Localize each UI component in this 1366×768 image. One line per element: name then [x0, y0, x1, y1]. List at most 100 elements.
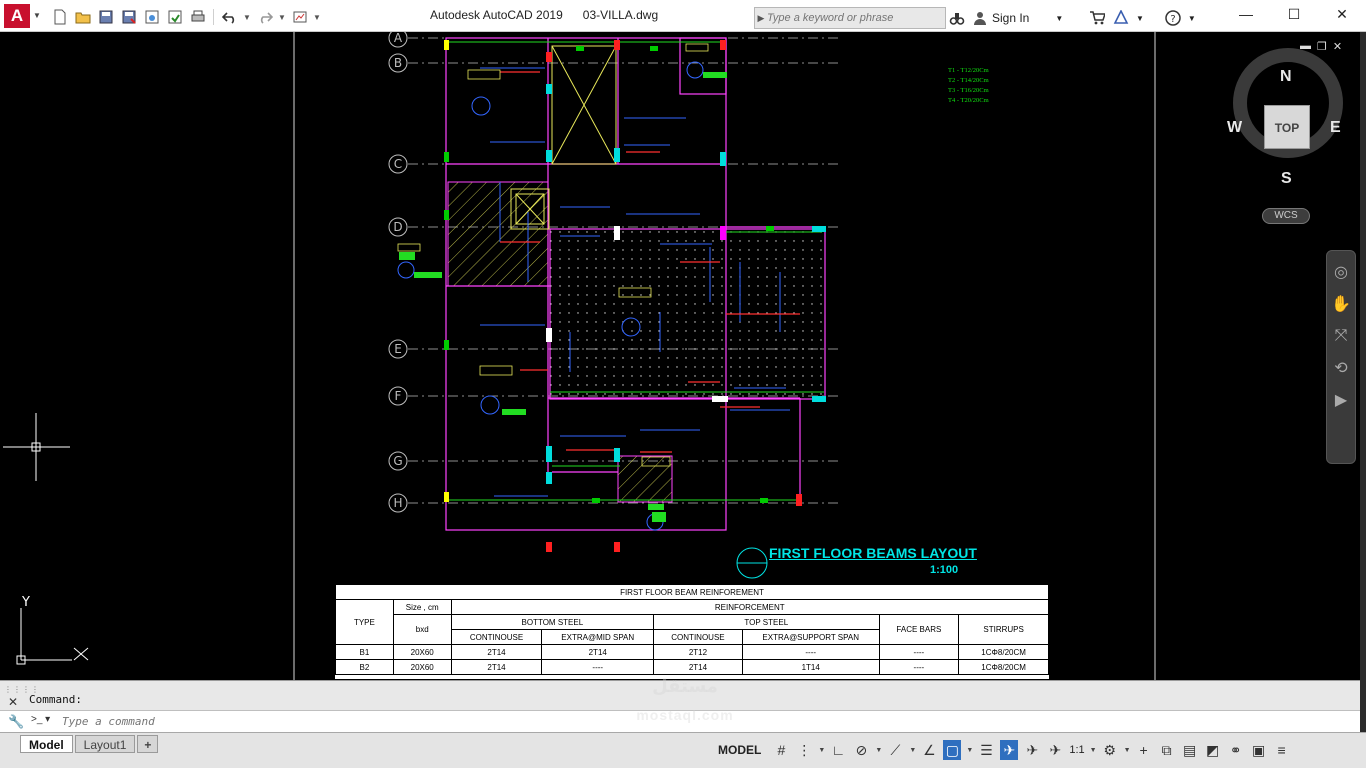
- command-close-icon[interactable]: ✕: [8, 695, 18, 709]
- plot-icon[interactable]: [188, 8, 207, 26]
- sign-in-button[interactable]: Sign In ▼: [972, 10, 1082, 26]
- watermark: مستقل mostaql.com: [600, 676, 770, 723]
- object-snap-tracking-icon[interactable]: ∠: [920, 740, 938, 760]
- clean-screen-icon[interactable]: ▣: [1250, 740, 1268, 760]
- wcs-menu-button[interactable]: WCS: [1262, 208, 1310, 224]
- annotation-scale-icon[interactable]: ✈: [1046, 740, 1064, 760]
- steering-wheel-icon[interactable]: ◎: [1330, 261, 1352, 283]
- status-toolbar: MODEL # ⋮ ▼ ∟ ⊘ ▼ ⟋ ▼ ∠ ▢ ▼ ☰ ✈ ✈ ✈ 1:1 …: [718, 737, 1291, 763]
- grid-label-g: G: [393, 454, 402, 468]
- viewcube-top-face[interactable]: TOP: [1264, 105, 1310, 149]
- units-icon[interactable]: ⧉: [1158, 740, 1176, 760]
- compass-south[interactable]: S: [1281, 170, 1292, 188]
- workspace-dropdown-icon[interactable]: ▼: [1124, 747, 1131, 754]
- add-layout-button[interactable]: +: [137, 735, 159, 753]
- command-grip-icon[interactable]: ⋮⋮⋮⋮: [4, 685, 39, 694]
- annotation-visibility-icon[interactable]: ✈: [1000, 740, 1019, 760]
- search-expand-icon[interactable]: ▶: [755, 13, 767, 24]
- customize-toolbar-dropdown-icon[interactable]: ▼: [313, 13, 321, 22]
- undo-dropdown-icon[interactable]: ▼: [243, 13, 251, 22]
- col-extra-mid-span: EXTRA@MID SPAN: [541, 629, 655, 645]
- drawing-scale: 1:100: [930, 564, 959, 576]
- isodraft-dropdown-icon[interactable]: ▼: [909, 747, 916, 754]
- drawing-canvas[interactable]: A B C D E F G H Y ▬ ❐ ✕ T1 - T12/20Cm T2…: [0, 32, 1360, 680]
- layout-tabs: Model Layout1 +: [20, 735, 160, 753]
- object-snap-icon[interactable]: ▢: [943, 740, 962, 760]
- orbit-icon[interactable]: ⟲: [1330, 357, 1352, 379]
- cell: ----: [878, 644, 960, 660]
- cell: ----: [541, 659, 655, 675]
- pan-hand-icon[interactable]: ✋: [1330, 293, 1352, 315]
- redo-dropdown-icon[interactable]: ▼: [278, 13, 286, 22]
- hardware-acceleration-icon[interactable]: ⚭: [1227, 740, 1245, 760]
- grid-display-icon[interactable]: #: [772, 740, 790, 760]
- tab-layout1[interactable]: Layout1: [74, 735, 136, 753]
- isodraft-icon[interactable]: ⟋: [886, 740, 904, 760]
- model-space-button[interactable]: MODEL: [718, 743, 761, 757]
- polar-tracking-icon[interactable]: ⊘: [852, 740, 870, 760]
- legend-line: T1 - T12/20Cm: [948, 67, 989, 74]
- ortho-icon[interactable]: ∟: [829, 740, 847, 760]
- compass-east[interactable]: E: [1330, 119, 1341, 137]
- close-icon[interactable]: ✕: [1318, 0, 1366, 28]
- file-name: 03-VILLA.dwg: [582, 8, 659, 22]
- svg-text:?: ?: [1170, 14, 1175, 25]
- object-snap-dropdown-icon[interactable]: ▼: [966, 747, 973, 754]
- new-icon[interactable]: [50, 8, 69, 26]
- zoom-extents-icon[interactable]: ⤧: [1330, 325, 1352, 347]
- app-menu-dropdown-icon[interactable]: ▼: [33, 9, 41, 23]
- maximize-icon[interactable]: ☐: [1270, 0, 1318, 28]
- col-extra-support-span: EXTRA@SUPPORT SPAN: [741, 629, 880, 645]
- watermark-url: mostaql.com: [636, 707, 734, 723]
- cart-icon[interactable]: [1088, 9, 1106, 27]
- workspace-icon[interactable]: [290, 8, 309, 26]
- scale-dropdown-icon[interactable]: ▼: [1090, 747, 1097, 754]
- viewport-restore-icon[interactable]: ❐: [1317, 40, 1327, 53]
- grid-label-h: H: [393, 496, 402, 510]
- lineweight-icon[interactable]: ☰: [977, 740, 995, 760]
- workspace-gear-icon[interactable]: ⚙: [1101, 740, 1119, 760]
- customization-icon[interactable]: ≡: [1273, 740, 1291, 760]
- quick-properties-icon[interactable]: ▤: [1181, 740, 1199, 760]
- undo-icon[interactable]: [220, 8, 239, 26]
- col-stirrups: STIRRUPS: [958, 614, 1049, 645]
- autodesk-connect-icon[interactable]: [1112, 9, 1130, 27]
- save-icon[interactable]: [96, 8, 115, 26]
- save-web-icon[interactable]: [165, 8, 184, 26]
- compass-west[interactable]: W: [1227, 119, 1242, 137]
- open-web-icon[interactable]: [142, 8, 161, 26]
- connect-dropdown-icon[interactable]: ▼: [1136, 14, 1144, 23]
- open-icon[interactable]: [73, 8, 92, 26]
- annotation-scale-value[interactable]: 1:1: [1069, 744, 1084, 756]
- sign-in-label: Sign In: [992, 11, 1030, 25]
- app-name: Autodesk AutoCAD 2019: [430, 8, 563, 22]
- annotation-monitor-icon[interactable]: +: [1135, 740, 1153, 760]
- command-input[interactable]: [62, 713, 662, 730]
- cell: 20X60: [392, 659, 452, 675]
- autocad-logo-button[interactable]: A: [4, 4, 30, 28]
- command-prompt-icon[interactable]: >_ ▾: [31, 714, 57, 730]
- showmotion-icon[interactable]: ▶: [1330, 389, 1352, 411]
- search-input[interactable]: [767, 12, 937, 24]
- tab-model[interactable]: Model: [20, 735, 73, 753]
- cell: 2T14: [541, 644, 655, 660]
- binoculars-icon[interactable]: [948, 9, 966, 27]
- viewport-close-icon[interactable]: ✕: [1333, 40, 1342, 53]
- minimize-icon[interactable]: —: [1222, 0, 1270, 28]
- redo-icon[interactable]: [255, 8, 274, 26]
- table-row: B1 20X60 2T14 2T14 2T12 ---- ---- 1CΦ8/2…: [335, 644, 1049, 660]
- compass-north[interactable]: N: [1280, 68, 1292, 86]
- help-dropdown-icon[interactable]: ▼: [1188, 14, 1196, 23]
- cell: 2T14: [653, 659, 743, 675]
- snap-dropdown-icon[interactable]: ▼: [818, 747, 825, 754]
- toolbar-separator: [213, 9, 214, 25]
- polar-dropdown-icon[interactable]: ▼: [875, 747, 882, 754]
- help-icon[interactable]: ?: [1164, 9, 1182, 27]
- right-edge-scrollbar[interactable]: [1360, 32, 1366, 732]
- isolate-objects-icon[interactable]: ◩: [1204, 740, 1222, 760]
- save-as-icon[interactable]: [119, 8, 138, 26]
- sign-in-dropdown-icon[interactable]: ▼: [1055, 14, 1063, 23]
- auto-scale-icon[interactable]: ✈: [1023, 740, 1041, 760]
- snap-mode-icon[interactable]: ⋮: [795, 740, 813, 760]
- customize-wrench-icon[interactable]: 🔧: [8, 714, 24, 730]
